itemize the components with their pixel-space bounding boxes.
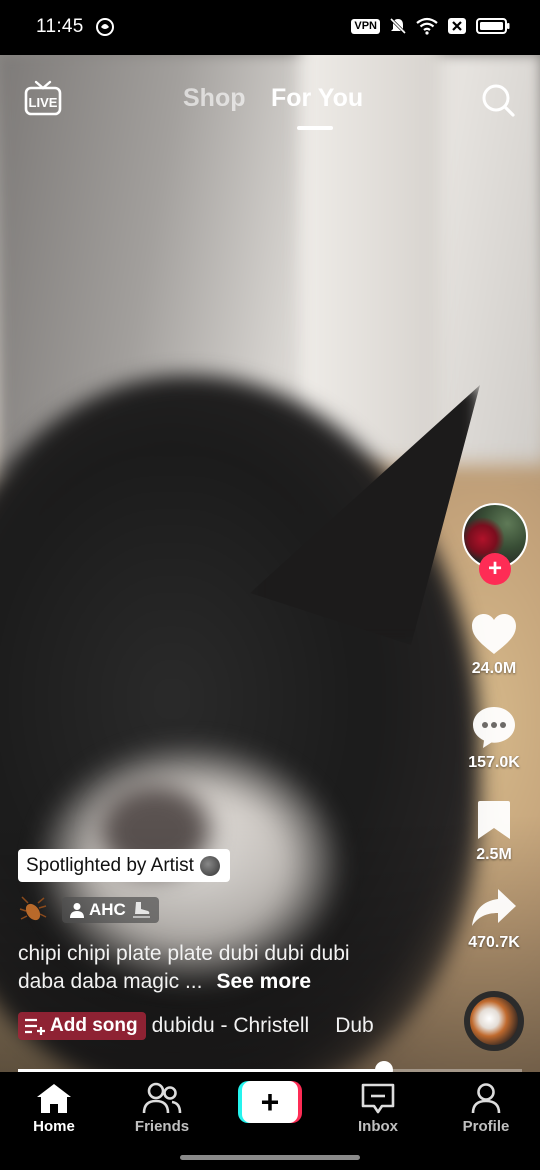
create-button[interactable]: + — [238, 1081, 302, 1123]
top-tabs: Shop For You — [0, 84, 540, 124]
author-name: AHC — [89, 900, 126, 919]
heart-icon — [472, 614, 516, 654]
inbox-icon — [361, 1083, 395, 1114]
nav-profile-label: Profile — [462, 1118, 510, 1135]
nav-home[interactable]: Home — [9, 1082, 99, 1135]
share-icon — [472, 889, 516, 926]
save-count: 2.5M — [476, 846, 512, 863]
comment-count: 157.0K — [468, 754, 520, 771]
vpn-badge: VPN — [351, 18, 380, 34]
like-button[interactable]: 24.0M — [454, 612, 534, 678]
add-song-label: Add song — [50, 1015, 138, 1036]
nav-friends-label: Friends — [134, 1118, 190, 1135]
nav-friends[interactable]: Friends — [117, 1082, 207, 1135]
song-title: dubidu - Christell — [151, 1014, 310, 1037]
home-icon — [37, 1084, 71, 1113]
status-bar: 11:45 VPN — [0, 0, 540, 55]
profile-icon — [471, 1083, 501, 1114]
share-button[interactable]: 470.7K — [454, 886, 534, 952]
status-time: 11:45 — [36, 16, 84, 37]
battery-icon — [476, 18, 510, 34]
share-count: 470.7K — [468, 934, 520, 951]
tab-for-you[interactable]: For You — [271, 84, 363, 113]
search-icon[interactable] — [480, 82, 516, 118]
app-notification-icon — [96, 18, 114, 36]
bookmark-icon — [478, 801, 510, 839]
comment-icon — [473, 707, 515, 748]
mute-icon — [389, 17, 407, 35]
comment-button[interactable]: 157.0K — [454, 704, 534, 772]
save-button[interactable]: 2.5M — [454, 798, 534, 864]
song-title-marquee-next: Dub — [335, 1014, 374, 1037]
active-tab-indicator — [297, 126, 333, 130]
plus-icon: + — [242, 1081, 298, 1123]
add-song-button[interactable]: Add song — [18, 1012, 146, 1040]
nav-home-label: Home — [33, 1118, 75, 1135]
cockroach-icon — [19, 896, 47, 921]
song-row[interactable]: Add song dubidu - Christell Dub — [18, 1011, 390, 1041]
friends-icon — [142, 1082, 182, 1114]
video-caption[interactable]: chipi chipi plate plate dubi dubi dubi d… — [18, 940, 398, 996]
author-chip[interactable]: AHC — [62, 897, 159, 923]
sound-disc[interactable] — [464, 991, 524, 1051]
wifi-icon — [416, 17, 438, 35]
nav-profile[interactable]: Profile — [441, 1082, 531, 1135]
ice-skate-icon — [132, 902, 150, 918]
globe-icon — [199, 855, 220, 876]
see-more-link[interactable]: See more — [216, 970, 311, 993]
author-row: AHC — [18, 895, 159, 925]
like-count: 24.0M — [471, 660, 517, 677]
follow-plus-icon[interactable]: + — [479, 553, 511, 585]
tab-shop[interactable]: Shop — [183, 84, 246, 113]
add-to-playlist-icon — [25, 1018, 45, 1035]
status-icons: VPN — [351, 17, 510, 35]
user-icon — [70, 903, 84, 918]
nav-inbox-label: Inbox — [358, 1118, 398, 1135]
spotlight-label: Spotlighted by Artist — [26, 854, 194, 876]
spotlight-badge[interactable]: Spotlighted by Artist — [18, 849, 230, 882]
nav-inbox[interactable]: Inbox — [333, 1082, 423, 1135]
home-gesture-indicator[interactable] — [180, 1155, 360, 1160]
sim-off-icon — [448, 18, 466, 34]
